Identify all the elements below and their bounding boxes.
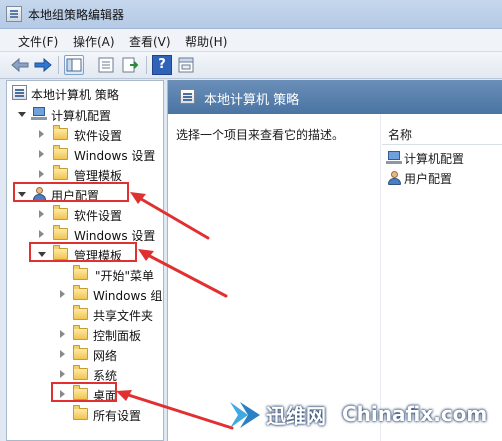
folder-icon — [73, 265, 88, 280]
folder-icon — [73, 285, 88, 300]
user-icon — [386, 170, 402, 186]
folder-icon — [53, 125, 68, 140]
details-title: 本地计算机 策略 — [204, 93, 300, 108]
tree-item-root[interactable]: 本地计算机 策略 — [7, 83, 163, 103]
folder-icon — [53, 205, 68, 220]
toolbar-separator — [58, 56, 59, 74]
tree-item-user-software-settings[interactable]: 软件设置 — [7, 204, 163, 224]
collapsed-triangle-icon[interactable] — [60, 330, 65, 338]
policy-icon — [180, 89, 195, 104]
forward-arrow-icon[interactable] — [33, 55, 53, 75]
menu-action[interactable]: 操作(A) — [73, 33, 115, 50]
title-bar[interactable]: 本地组策略编辑器 — [0, 0, 502, 29]
folder-icon — [73, 405, 88, 420]
folder-icon — [53, 145, 68, 160]
collapsed-triangle-icon[interactable] — [60, 290, 65, 298]
show-tree-icon[interactable] — [64, 55, 84, 75]
computer-icon — [386, 151, 402, 165]
filter-view-icon[interactable] — [176, 55, 196, 75]
collapsed-triangle-icon[interactable] — [60, 370, 65, 378]
tree-item-windows-settings[interactable]: Windows 设置 — [7, 144, 163, 164]
window: 本地组策略编辑器 文件(F) 操作(A) 查看(V) 帮助(H) ? 本地计算机… — [0, 0, 502, 441]
expanded-triangle-icon[interactable] — [18, 112, 26, 117]
tree-item-start-menu[interactable]: "开始"菜单 — [7, 264, 163, 284]
highlight-box-desktop — [51, 382, 117, 402]
tree-item-user-windows-settings[interactable]: Windows 设置 — [7, 224, 163, 244]
collapsed-triangle-icon[interactable] — [39, 170, 44, 178]
collapsed-triangle-icon[interactable] — [39, 130, 44, 138]
policy-icon — [12, 85, 27, 100]
computer-icon — [31, 107, 47, 121]
tree-item-system[interactable]: 系统 — [7, 364, 163, 384]
menu-file[interactable]: 文件(F) — [18, 33, 58, 50]
menu-view[interactable]: 查看(V) — [129, 33, 171, 50]
chinafix-logo-icon — [230, 402, 260, 428]
folder-icon — [53, 225, 68, 240]
menu-bar: 文件(F) 操作(A) 查看(V) 帮助(H) — [0, 29, 502, 52]
folder-icon — [73, 345, 88, 360]
folder-icon — [73, 305, 88, 320]
back-arrow-icon[interactable] — [10, 55, 30, 75]
folder-icon — [73, 365, 88, 380]
toolbar-separator — [146, 56, 147, 74]
tree-item-windows-components[interactable]: Windows 组 — [7, 284, 163, 304]
watermark-en: Chinafix.com — [342, 402, 488, 426]
policy-editor-icon — [6, 6, 22, 22]
watermark-cn: 迅维网 — [266, 404, 326, 428]
details-description: 选择一个项目来查看它的描述。 — [176, 128, 345, 142]
highlight-box-user-config — [13, 182, 129, 202]
tree-item-all-settings[interactable]: 所有设置 — [7, 404, 163, 424]
tree-item-software-settings[interactable]: 软件设置 — [7, 124, 163, 144]
export-list-icon[interactable] — [120, 55, 140, 75]
tree-item-computer-config[interactable]: 计算机配置 — [7, 104, 163, 124]
tree-item-shared-folders[interactable]: 共享文件夹 — [7, 304, 163, 324]
collapsed-triangle-icon[interactable] — [39, 230, 44, 238]
window-title: 本地组策略编辑器 — [28, 8, 125, 22]
column-header-name[interactable]: 名称 — [382, 124, 502, 145]
menu-help[interactable]: 帮助(H) — [185, 33, 227, 50]
collapsed-triangle-icon[interactable] — [39, 210, 44, 218]
properties-icon[interactable] — [96, 55, 116, 75]
details-pane: 本地计算机 策略 选择一个项目来查看它的描述。 名称 计算机配置 用户配置 — [167, 80, 502, 441]
details-header: 本地计算机 策略 — [168, 80, 502, 114]
tree-item-admin-templates[interactable]: 管理模板 — [7, 164, 163, 184]
column-divider — [380, 114, 381, 441]
tree-item-control-panel[interactable]: 控制面板 — [7, 324, 163, 344]
tree-item-network[interactable]: 网络 — [7, 344, 163, 364]
folder-icon — [73, 325, 88, 340]
help-icon[interactable]: ? — [152, 55, 172, 75]
collapsed-triangle-icon[interactable] — [60, 350, 65, 358]
watermark: 迅维网 Chinafix.com — [228, 394, 502, 441]
collapsed-triangle-icon[interactable] — [39, 150, 44, 158]
highlight-box-admin-templates — [29, 242, 137, 262]
toolbar: ? — [0, 52, 502, 79]
tree-pane[interactable]: 本地计算机 策略 计算机配置 软件设置 Windows 设置 管理模板 用户配置 — [6, 80, 164, 441]
folder-icon — [53, 165, 68, 180]
